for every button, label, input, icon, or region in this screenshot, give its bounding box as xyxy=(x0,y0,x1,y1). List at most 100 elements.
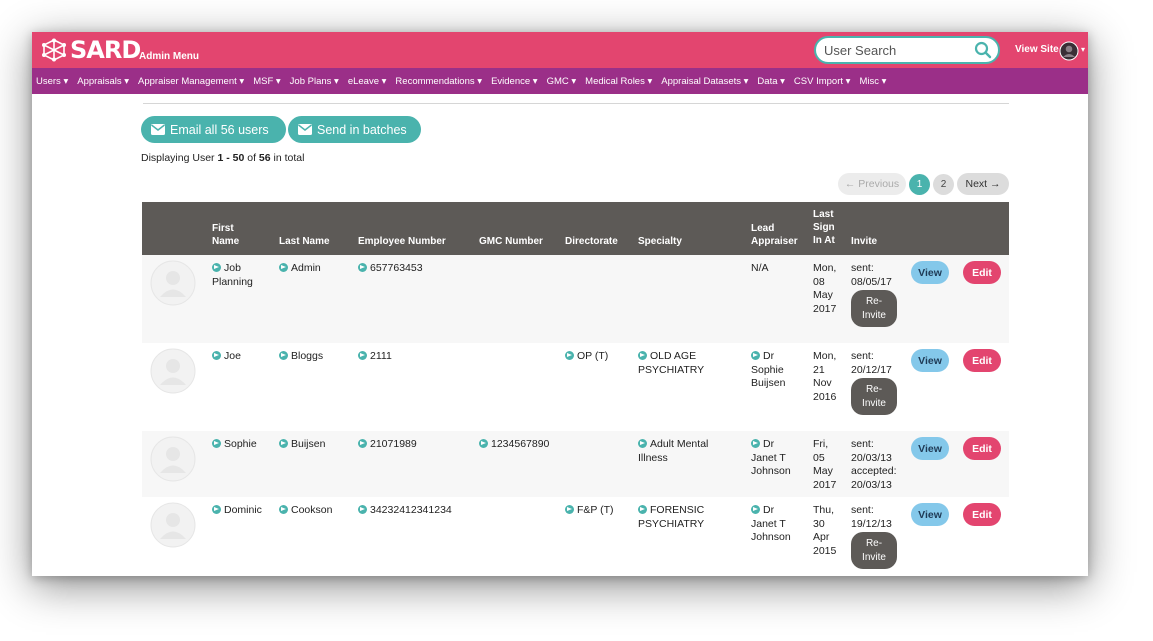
user-menu-caret-icon[interactable]: ▾ xyxy=(1081,45,1085,54)
directorate-link[interactable]: F&P (T) xyxy=(565,504,614,518)
arrow-circle-icon xyxy=(638,505,647,514)
last-sign-in: Mon, 21 Nov 2016 xyxy=(813,350,837,403)
arrow-circle-icon xyxy=(565,351,574,360)
first-name-link[interactable]: Sophie xyxy=(212,438,257,452)
table-row: Job Planning Admin 657763453 N/A Mon, 08 Ma… xyxy=(142,255,1009,343)
col-specialty[interactable]: Specialty xyxy=(638,235,682,248)
user-search[interactable] xyxy=(814,36,1000,64)
arrow-circle-icon xyxy=(212,351,221,360)
first-name-link[interactable]: Job Planning xyxy=(212,262,253,289)
nav-appraiser-management[interactable]: Appraiser Management ▾ xyxy=(138,76,244,87)
nav-csv-import[interactable]: CSV Import ▾ xyxy=(794,76,851,87)
employee-number-link[interactable]: 21071989 xyxy=(358,438,417,452)
col-invite[interactable]: Invite xyxy=(851,235,877,248)
molecule-logo-icon xyxy=(42,38,66,62)
pagination-page-2[interactable]: 2 xyxy=(933,174,954,195)
avatar-placeholder-icon xyxy=(150,260,196,306)
arrow-circle-icon xyxy=(279,263,288,272)
arrow-circle-icon xyxy=(479,439,488,448)
col-first-name[interactable]: First Name xyxy=(212,222,239,248)
col-last-sign-in[interactable]: Last Sign In At xyxy=(813,208,835,247)
view-button[interactable]: View xyxy=(911,349,949,372)
last-name-link[interactable]: Buijsen xyxy=(279,438,325,452)
table-row: Dominic Cookson 34232412341234 F&P (T) F… xyxy=(142,497,1009,576)
reinvite-button[interactable]: Re- Invite xyxy=(851,378,897,415)
edit-button[interactable]: Edit xyxy=(963,349,1001,372)
arrow-circle-icon xyxy=(638,439,647,448)
gmc-number-link[interactable]: 1234567890 xyxy=(479,438,549,452)
view-site-link[interactable]: View Site xyxy=(1015,44,1059,55)
specialty-link[interactable]: OLD AGE PSYCHIATRY xyxy=(638,350,704,377)
directorate-link[interactable]: OP (T) xyxy=(565,350,608,364)
first-name-link[interactable]: Dominic xyxy=(212,504,262,518)
edit-button[interactable]: Edit xyxy=(963,261,1001,284)
nav-users[interactable]: Users ▾ xyxy=(36,76,68,87)
col-gmc-number[interactable]: GMC Number xyxy=(479,235,543,248)
col-employee-number[interactable]: Employee Number xyxy=(358,235,446,248)
sard-logo[interactable]: SARD xyxy=(40,37,141,63)
last-name-link[interactable]: Admin xyxy=(279,262,321,276)
lead-appraiser-link[interactable]: Dr Janet T Johnson xyxy=(751,504,791,545)
pagination-previous[interactable]: ← Previous xyxy=(838,173,906,195)
main-nav: Users ▾ Appraisals ▾ Appraiser Managemen… xyxy=(32,68,1088,94)
pagination-next[interactable]: Next → xyxy=(957,173,1009,195)
col-directorate[interactable]: Directorate xyxy=(565,235,618,248)
reinvite-button[interactable]: Re- Invite xyxy=(851,290,897,327)
arrow-circle-icon xyxy=(751,505,760,514)
admin-menu-label: Admin Menu xyxy=(139,51,199,62)
divider xyxy=(143,103,1009,104)
nav-job-plans[interactable]: Job Plans ▾ xyxy=(290,76,339,87)
user-search-input[interactable] xyxy=(824,42,964,58)
search-icon[interactable] xyxy=(974,41,992,59)
invite-status: sent: 20/12/17 xyxy=(851,350,892,376)
nav-msf[interactable]: MSF ▾ xyxy=(253,76,280,87)
pagination-page-1[interactable]: 1 xyxy=(909,174,930,195)
reinvite-button[interactable]: Re- Invite xyxy=(851,532,897,569)
view-button[interactable]: View xyxy=(911,503,949,526)
nav-misc[interactable]: Misc ▾ xyxy=(859,76,886,87)
arrow-circle-icon xyxy=(358,263,367,272)
arrow-circle-icon xyxy=(565,505,574,514)
employee-number-link[interactable]: 34232412341234 xyxy=(358,504,452,518)
arrow-circle-icon xyxy=(212,439,221,448)
arrow-circle-icon xyxy=(358,505,367,514)
nav-appraisals[interactable]: Appraisals ▾ xyxy=(77,76,129,87)
specialty-link[interactable]: Adult Mental Illness xyxy=(638,438,708,465)
avatar-placeholder-icon xyxy=(150,502,196,548)
employee-number-link[interactable]: 2111 xyxy=(358,350,392,364)
nav-gmc[interactable]: GMC ▾ xyxy=(547,76,577,87)
app-window: SARD Admin Menu View Site ▾ Users ▾ Appr… xyxy=(32,32,1088,576)
table-row: Sophie Buijsen 21071989 1234567890 Adult… xyxy=(142,431,1009,497)
lead-appraiser: N/A xyxy=(751,262,769,274)
col-last-name[interactable]: Last Name xyxy=(279,235,330,248)
specialty-link[interactable]: FORENSIC PSYCHIATRY xyxy=(638,504,704,531)
first-name-link[interactable]: Joe xyxy=(212,350,241,364)
send-in-batches-button[interactable]: Send in batches xyxy=(288,116,421,143)
last-name-link[interactable]: Bloggs xyxy=(279,350,323,364)
avatar-placeholder-icon xyxy=(150,348,196,394)
nav-evidence[interactable]: Evidence ▾ xyxy=(491,76,538,87)
invite-status: sent: 19/12/13 xyxy=(851,504,892,530)
edit-button[interactable]: Edit xyxy=(963,437,1001,460)
employee-number-link[interactable]: 657763453 xyxy=(358,262,423,276)
user-avatar-icon[interactable] xyxy=(1059,41,1079,61)
nav-medical-roles[interactable]: Medical Roles ▾ xyxy=(585,76,652,87)
arrow-circle-icon xyxy=(751,351,760,360)
arrow-circle-icon xyxy=(638,351,647,360)
email-all-users-button[interactable]: Email all 56 users xyxy=(141,116,286,143)
col-lead-appraiser[interactable]: Lead Appraiser xyxy=(751,222,798,248)
lead-appraiser-link[interactable]: Dr Sophie Buijsen xyxy=(751,350,785,391)
nav-recommendations[interactable]: Recommendations ▾ xyxy=(395,76,482,87)
lead-appraiser-link[interactable]: Dr Janet T Johnson xyxy=(751,438,791,479)
view-button[interactable]: View xyxy=(911,261,949,284)
arrow-circle-icon xyxy=(212,263,221,272)
arrow-circle-icon xyxy=(279,505,288,514)
last-name-link[interactable]: Cookson xyxy=(279,504,332,518)
result-summary: Displaying User 1 - 50 of 56 in total xyxy=(141,152,305,164)
nav-eleave[interactable]: eLeave ▾ xyxy=(348,76,387,87)
arrow-circle-icon xyxy=(358,351,367,360)
nav-appraisal-datasets[interactable]: Appraisal Datasets ▾ xyxy=(661,76,748,87)
edit-button[interactable]: Edit xyxy=(963,503,1001,526)
nav-data[interactable]: Data ▾ xyxy=(757,76,785,87)
view-button[interactable]: View xyxy=(911,437,949,460)
